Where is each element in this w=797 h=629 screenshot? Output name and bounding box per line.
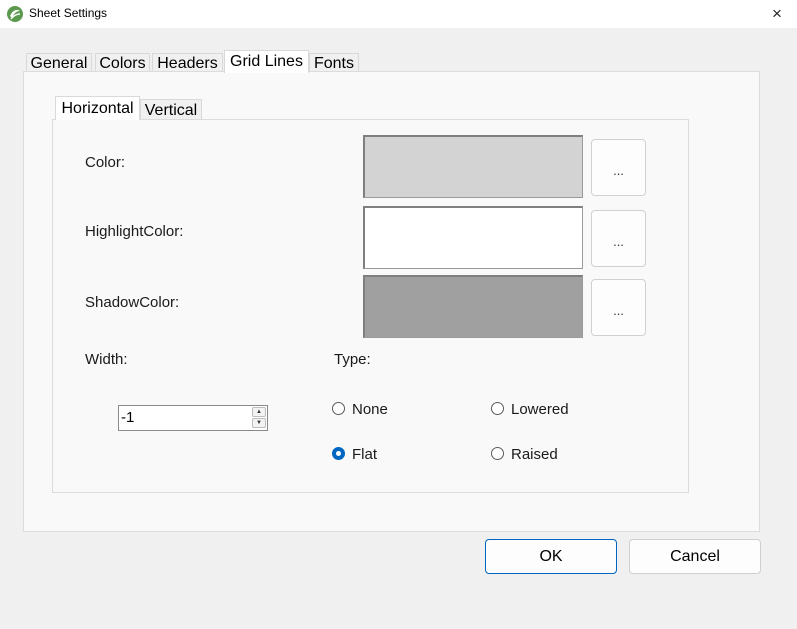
cancel-button-label: Cancel	[670, 547, 720, 565]
tab-colors[interactable]: Colors	[95, 53, 150, 72]
radio-raised[interactable]	[491, 447, 504, 460]
width-label: Width:	[85, 351, 128, 368]
shadow-color-picker-button[interactable]: ...	[591, 279, 646, 336]
cancel-button[interactable]: Cancel	[629, 539, 761, 574]
highlight-color-picker-button-label: ...	[613, 234, 624, 249]
spin-up-button[interactable]: ▲	[252, 407, 266, 417]
spinner-buttons: ▲ ▼	[252, 407, 266, 429]
radio-none-label[interactable]: None	[352, 401, 388, 418]
close-icon: ×	[772, 4, 782, 23]
radio-lowered-label[interactable]: Lowered	[511, 401, 569, 418]
color-swatch	[363, 135, 583, 198]
window-title: Sheet Settings	[29, 6, 108, 20]
highlight-color-label: HighlightColor:	[85, 223, 184, 240]
radio-none[interactable]	[332, 402, 345, 415]
radio-flat-label[interactable]: Flat	[352, 446, 377, 463]
radio-flat[interactable]	[332, 447, 345, 460]
tab-grid-lines[interactable]: Grid Lines	[224, 50, 309, 73]
radio-lowered[interactable]	[491, 402, 504, 415]
color-label: Color:	[85, 154, 126, 171]
shadow-color-label: ShadowColor:	[85, 294, 180, 311]
title-bar: Sheet Settings ×	[0, 0, 797, 28]
ok-button[interactable]: OK	[485, 539, 617, 574]
tab-headers[interactable]: Headers	[152, 53, 223, 72]
width-spinner[interactable]: -1 ▲ ▼	[118, 405, 268, 431]
highlight-color-picker-button[interactable]: ...	[591, 210, 646, 267]
spin-down-button[interactable]: ▼	[252, 418, 266, 428]
tab-label: Grid Lines	[230, 53, 303, 70]
color-picker-button-label: ...	[613, 163, 624, 178]
subtab-label: Horizontal	[61, 100, 134, 117]
color-picker-button[interactable]: ...	[591, 139, 646, 196]
width-input[interactable]: -1	[121, 409, 134, 426]
app-logo-icon	[7, 6, 23, 22]
subtab-horizontal[interactable]: Horizontal	[55, 96, 140, 120]
highlight-color-swatch	[363, 206, 583, 269]
shadow-color-swatch	[363, 275, 583, 338]
tab-fonts[interactable]: Fonts	[309, 53, 359, 72]
tab-general[interactable]: General	[26, 53, 92, 72]
subtab-label: Vertical	[144, 102, 198, 119]
radio-raised-label[interactable]: Raised	[511, 446, 558, 463]
ok-button-label: OK	[539, 547, 563, 565]
close-button[interactable]: ×	[757, 0, 797, 28]
type-label: Type:	[334, 351, 371, 368]
shadow-color-picker-button-label: ...	[613, 303, 624, 318]
subtab-vertical[interactable]: Vertical	[140, 99, 202, 120]
